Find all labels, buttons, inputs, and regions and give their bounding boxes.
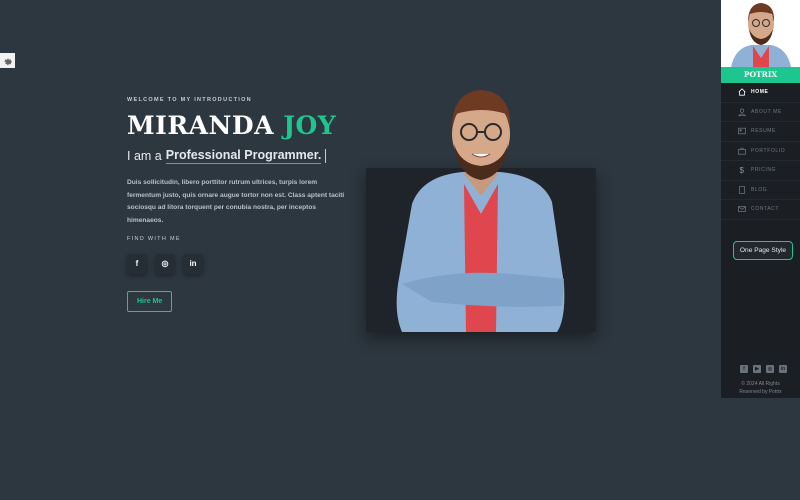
instagram-icon[interactable]: ◎ [766,365,774,373]
role-typed: Professional Programmer. [165,148,322,164]
dollar-icon: $ [739,165,745,175]
nav-item-contact[interactable]: CONTACT [721,200,800,220]
briefcase-icon [737,147,747,155]
social-links: f ◎ in [127,253,357,274]
nav-label: ABOUT ME [751,108,782,115]
linkedin-link[interactable]: in [183,253,203,274]
copyright-line-1: © 2024 All Rights [741,381,780,387]
nav-item-blog[interactable]: BLOG [721,181,800,200]
first-name: MIRANDA [127,111,274,140]
linkedin-icon[interactable]: in [779,365,787,373]
copyright-line-2: Reserved by Potrix [739,389,782,395]
nav-label: RESUME [751,128,776,135]
footer-social-links: f ▶ ◎ in [740,365,787,373]
brand-name: POTRIX [721,67,800,83]
nav-item-pricing[interactable]: $ PRICING [721,161,800,181]
nav-label: PORTFOLIO [751,147,786,154]
nav-label: PRICING [751,167,777,174]
nav-label: CONTACT [751,206,779,213]
welcome-label: WELCOME TO MY INTRODUCTION [127,97,252,103]
facebook-icon[interactable]: f [740,365,748,373]
nav-label: HOME [751,89,769,96]
last-name: JOY [283,111,337,140]
instagram-link[interactable]: ◎ [155,253,175,274]
facebook-icon: f [135,259,139,269]
nav-label: BLOG [751,186,768,193]
typing-cursor [325,149,327,163]
role-prefix: I am a [127,149,162,163]
portrait-image [396,90,565,332]
nav-item-about-me[interactable]: ABOUT ME [721,103,800,122]
facebook-link[interactable]: f [127,253,147,274]
sidebar: POTRIX HOME ABOUT ME RESUME PORTFOLIO $ … [721,0,800,398]
book-icon [737,185,747,194]
intro-description: Duis sollicitudin, libero porttitor rutr… [127,179,345,225]
nav-item-portfolio[interactable]: PORTFOLIO [721,142,800,161]
user-icon [737,108,747,116]
sidebar-avatar [721,0,800,67]
role-line: I am a Professional Programmer. [127,148,357,164]
instagram-icon: ◎ [161,259,169,269]
intro-section: WELCOME TO MY INTRODUCTION MIRANDA JOY I… [127,97,357,312]
nav-item-resume[interactable]: RESUME [721,122,800,142]
one-page-style-button[interactable]: One Page Style [733,241,793,260]
gear-icon [3,58,12,65]
home-icon [737,88,747,96]
find-with-me-label: FIND WITH ME [127,235,181,242]
copyright: © 2024 All Rights Reserved by Potrix [721,380,800,396]
resume-icon [737,127,747,135]
linkedin-icon: in [189,259,197,269]
hire-me-button[interactable]: Hire Me [127,290,173,312]
sidebar-nav: HOME ABOUT ME RESUME PORTFOLIO $ PRICING… [721,83,800,220]
mail-icon [737,205,747,213]
youtube-icon[interactable]: ▶ [753,365,761,373]
settings-toggle-button[interactable] [0,53,15,68]
avatar-image [721,0,800,67]
nav-item-home[interactable]: HOME [721,83,800,103]
hero-name: MIRANDA JOY [127,112,357,140]
